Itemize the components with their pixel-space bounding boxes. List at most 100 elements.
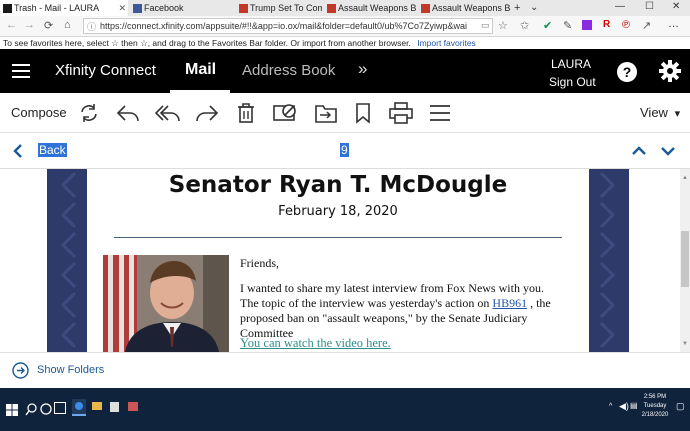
- move-to-folder-icon[interactable]: [314, 102, 338, 124]
- show-folders-arrow-icon[interactable]: [12, 362, 29, 379]
- brand-logo: Xfinity Connect: [55, 62, 156, 79]
- nav-tab-mail[interactable]: Mail: [170, 49, 230, 93]
- scrollbar-thumb[interactable]: [681, 231, 689, 287]
- back-arrow-icon[interactable]: ←: [6, 19, 17, 31]
- extension-check-icon[interactable]: ✔: [543, 19, 552, 32]
- clock-date: 2/18/2020: [641, 412, 669, 418]
- browser-tab-facebook[interactable]: Facebook: [130, 0, 234, 16]
- chevron-down-icon: ▾: [674, 108, 681, 120]
- trash-icon[interactable]: [236, 102, 256, 124]
- forward-arrow-icon[interactable]: →: [24, 19, 35, 31]
- email-greeting: Friends,: [240, 256, 279, 270]
- info-icon: ⓘ: [87, 22, 97, 32]
- watch-video-link[interactable]: You can watch the video here.: [240, 336, 391, 351]
- settings-more-icon[interactable]: …: [668, 18, 679, 30]
- tab-label: Assault Weapons Ba: [432, 3, 510, 13]
- tab-label: Trash - Mail - LAURA: [14, 3, 100, 13]
- reply-icon[interactable]: [116, 103, 140, 123]
- scroll-up-icon[interactable]: ▲: [682, 175, 688, 181]
- notifications-icon[interactable]: ▢: [676, 401, 685, 412]
- nav-tab-mail-label: Mail: [185, 61, 217, 78]
- import-favorites-link[interactable]: Import favorites: [417, 38, 476, 48]
- search-icon[interactable]: [25, 403, 37, 416]
- back-button[interactable]: Back: [38, 143, 67, 157]
- chevron-down-icon[interactable]: [660, 146, 676, 156]
- share-icon[interactable]: ↗: [642, 19, 651, 32]
- favorites-hint-text: To see favorites here, select ☆ then ☆, …: [3, 38, 411, 48]
- email-body: Senator Ryan T. McDougle February 18, 20…: [0, 169, 680, 352]
- gear-icon[interactable]: [659, 60, 681, 82]
- home-icon[interactable]: ⌂: [64, 19, 71, 31]
- tray-chevron-icon[interactable]: ^: [609, 403, 612, 410]
- email-date: February 18, 2020: [278, 204, 398, 219]
- extension-icon[interactable]: [582, 20, 592, 30]
- tab-label: Facebook: [144, 3, 184, 13]
- show-folders-button[interactable]: Show Folders: [37, 364, 104, 376]
- address-bar[interactable]: ⓘ https://connect.xfinity.com/appsuite/#…: [83, 18, 493, 34]
- close-window-icon[interactable]: ✕: [672, 1, 680, 12]
- hb961-link[interactable]: HB961: [492, 296, 527, 310]
- print-icon[interactable]: [389, 102, 413, 124]
- close-tab-icon[interactable]: ✕: [118, 0, 126, 16]
- clock-day: Tuesday: [643, 403, 667, 409]
- chevron-left-icon[interactable]: [13, 143, 23, 159]
- browser-address-row: ← → ⟳ ⌂ ⓘ https://connect.xfinity.com/ap…: [0, 16, 690, 37]
- hamburger-menu-icon[interactable]: [12, 64, 30, 78]
- browser-tab-bar: Trash - Mail - LAURA ✕ Facebook Trump Se…: [0, 0, 690, 16]
- sign-out-link[interactable]: Sign Out: [549, 75, 596, 89]
- nav-tab-address-book[interactable]: Address Book: [242, 62, 335, 79]
- clock[interactable]: 2:56 PM Tuesday 2/18/2020: [640, 393, 670, 420]
- right-decorative-band: [589, 169, 629, 352]
- chevron-up-icon[interactable]: [631, 146, 647, 156]
- network-icon[interactable]: ▤: [630, 401, 638, 410]
- folder-footer: Show Folders: [0, 352, 690, 388]
- content-scrollbar[interactable]: ▲ ▼: [680, 169, 690, 352]
- task-view-icon[interactable]: [54, 402, 66, 414]
- browser-tab-assault-1[interactable]: Assault Weapons Ba: [324, 0, 416, 16]
- extension-r-icon[interactable]: R: [603, 19, 610, 30]
- pinterest-icon[interactable]: ℗: [622, 19, 630, 31]
- refresh-icon[interactable]: [78, 103, 100, 123]
- xfinity-favicon-icon: [3, 4, 12, 13]
- app-header: Xfinity Connect Mail Address Book » LAUR…: [0, 49, 690, 93]
- browser-tab-assault-2[interactable]: Assault Weapons Ba: [418, 0, 510, 16]
- favorites-hub-icon[interactable]: ✩: [520, 19, 529, 32]
- favorite-star-icon[interactable]: ☆: [498, 19, 508, 32]
- file-explorer-icon[interactable]: [92, 402, 102, 410]
- clock-time: 2:56 PM: [643, 394, 667, 400]
- scroll-down-icon[interactable]: ▼: [682, 341, 688, 347]
- help-icon[interactable]: ?: [616, 61, 638, 83]
- view-dropdown[interactable]: View ▾: [640, 105, 680, 120]
- message-counter: 9: [340, 143, 349, 157]
- store-icon[interactable]: [110, 402, 119, 412]
- email-heading: Senator Ryan T. McDougle: [168, 172, 508, 198]
- senator-photo: [103, 255, 229, 352]
- more-apps-chevron-icon[interactable]: »: [358, 59, 367, 79]
- edge-taskbar-button[interactable]: [72, 399, 86, 416]
- block-sender-icon[interactable]: [273, 102, 297, 124]
- reading-view-icon[interactable]: ▭: [481, 20, 490, 31]
- mail-app-icon[interactable]: [128, 402, 138, 411]
- reply-all-icon[interactable]: [155, 103, 181, 123]
- refresh-icon[interactable]: ⟳: [44, 19, 53, 32]
- forward-icon[interactable]: [195, 103, 219, 123]
- news-favicon-icon: [327, 4, 336, 13]
- tab-label: Trump Set To Comm: [250, 3, 322, 13]
- bookmark-flag-icon[interactable]: [354, 102, 372, 124]
- compose-button[interactable]: Compose: [11, 105, 67, 120]
- volume-icon[interactable]: ◀): [619, 401, 629, 412]
- maximize-window-icon[interactable]: ☐: [645, 1, 654, 12]
- browser-tab-trump[interactable]: Trump Set To Comm: [236, 0, 322, 16]
- browser-tab-trash-mail[interactable]: Trash - Mail - LAURA ✕: [0, 0, 128, 16]
- more-actions-menu-icon[interactable]: [429, 104, 451, 122]
- cortana-icon[interactable]: [40, 403, 52, 415]
- url-text: https://connect.xfinity.com/appsuite/#!!…: [100, 21, 468, 31]
- windows-taskbar: ^ ◀) ▤ 2:56 PM Tuesday 2/18/2020 ▢: [0, 388, 690, 431]
- new-tab-icon[interactable]: +: [514, 2, 520, 14]
- windows-start-icon[interactable]: [6, 404, 18, 416]
- favorites-bar: To see favorites here, select ☆ then ☆, …: [0, 37, 690, 49]
- minimize-window-icon[interactable]: —: [615, 1, 625, 12]
- tab-list-chevron-icon[interactable]: ⌄: [530, 2, 538, 13]
- edge-icon: [75, 402, 83, 410]
- notes-icon[interactable]: ✎: [563, 19, 572, 32]
